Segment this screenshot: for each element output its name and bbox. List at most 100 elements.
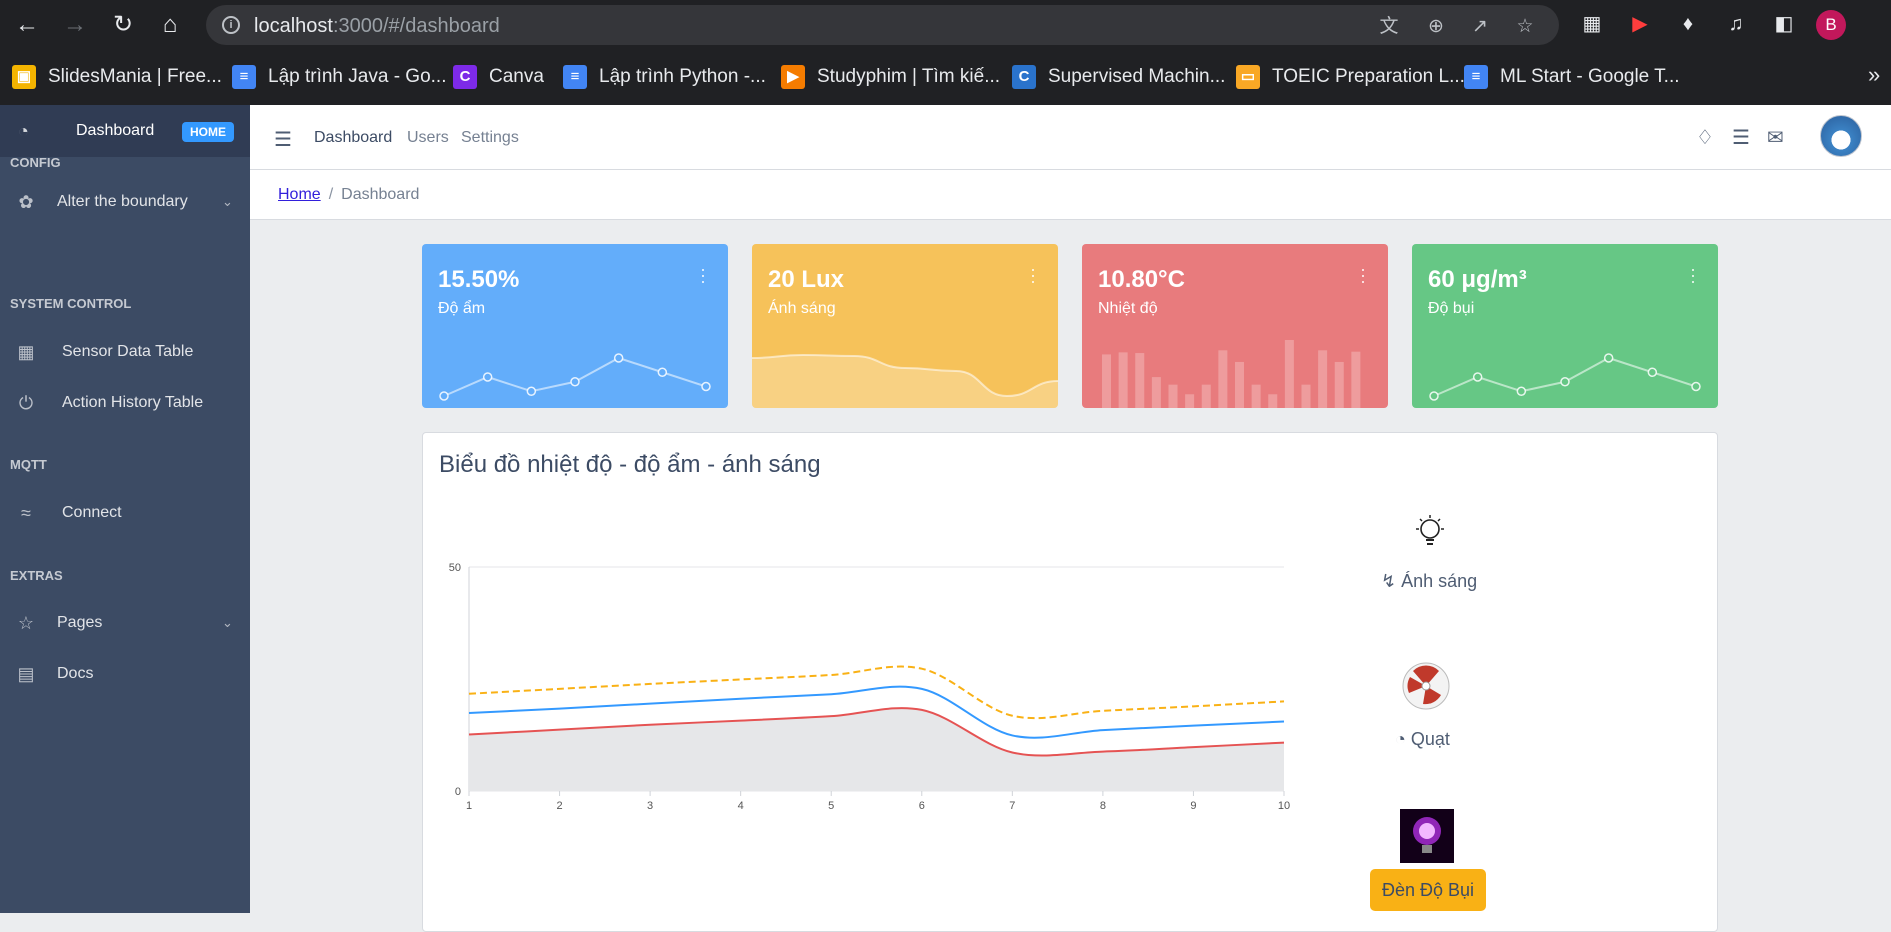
- card-label: Độ ẩm: [438, 300, 486, 317]
- sidebar-item-action-history-table[interactable]: ⏻ Action History Table: [0, 383, 250, 423]
- bookmark-item[interactable]: ▭ TOEIC Preparation L...: [1236, 62, 1465, 92]
- sidebar-item-alter-boundary[interactable]: ✿ Alter the boundary ⌄: [0, 182, 250, 222]
- fan-icon[interactable]: [1401, 661, 1451, 711]
- bookmark-item[interactable]: ≡ Lập trình Java - Go...: [232, 62, 446, 92]
- sidebar-item-dashboard[interactable]: ◔ Dashboard HOME: [0, 105, 250, 157]
- slidesmania-icon: ▣: [12, 65, 36, 89]
- bookmark-item[interactable]: C Canva: [453, 62, 544, 92]
- sidebar-item-docs[interactable]: ▤ Docs: [0, 654, 250, 694]
- card-label: Nhiệt độ: [1098, 300, 1158, 317]
- sparkline-point: [1691, 381, 1701, 392]
- media-control-icon[interactable]: ♫: [1722, 10, 1750, 38]
- x-tick-label: 4: [738, 800, 744, 812]
- share-icon[interactable]: ↗: [1468, 15, 1492, 39]
- profile-avatar[interactable]: B: [1816, 10, 1846, 40]
- sparkline-bar: [1218, 350, 1228, 408]
- translate-icon[interactable]: 文: [1377, 15, 1401, 39]
- url-text[interactable]: localhost:3000/#/dashboard: [254, 15, 500, 38]
- sparkline-bar: [1135, 353, 1145, 408]
- sidebar-item-label: Docs: [57, 665, 94, 682]
- dust-sparkline: [1429, 353, 1701, 401]
- nav-dashboard[interactable]: Dashboard: [314, 129, 392, 147]
- sparkline-point: [1429, 391, 1439, 401]
- y-tick-label: 0: [455, 786, 461, 798]
- lightbulb-icon[interactable]: [1410, 513, 1450, 553]
- home-icon[interactable]: ⌂: [155, 10, 185, 40]
- canva-icon: C: [453, 65, 477, 89]
- y-tick-label: 50: [449, 562, 461, 574]
- sidebar-item-pages[interactable]: ☆ Pages ⌄: [0, 603, 250, 643]
- zoom-icon[interactable]: ⊕: [1424, 15, 1448, 39]
- docs-icon: ≡: [1464, 65, 1488, 89]
- section-title-system-control: SYSTEM CONTROL: [10, 296, 132, 311]
- puzzle-icon: ✿: [18, 191, 34, 212]
- site-info-icon[interactable]: i: [222, 16, 240, 34]
- forward-icon[interactable]: →: [60, 10, 90, 40]
- nav-settings[interactable]: Settings: [461, 129, 519, 147]
- bookmark-star-icon[interactable]: ☆: [1513, 15, 1537, 39]
- light-device-label: ↯ Ánh sáng: [1381, 571, 1478, 591]
- qr-extension-icon[interactable]: ▦: [1578, 10, 1606, 38]
- sparkline-area: [752, 355, 1058, 408]
- bookmark-label: Lập trình Python -...: [599, 66, 766, 87]
- bookmark-item[interactable]: ▶ Studyphim | Tìm kiế...: [781, 62, 1000, 92]
- sidebar-item-label: Pages: [57, 614, 103, 631]
- more-bookmarks-icon[interactable]: »: [1868, 62, 1880, 88]
- dust-light-button[interactable]: Đèn Độ Bụi: [1370, 869, 1486, 911]
- user-avatar[interactable]: [1820, 115, 1862, 157]
- envelope-icon[interactable]: ✉: [1767, 125, 1784, 150]
- bookmark-label: SlidesMania | Free...: [48, 66, 222, 87]
- breadcrumb-home-link[interactable]: Home: [278, 186, 321, 203]
- breadcrumb-separator: /: [328, 186, 334, 203]
- bookmarks-bar: ▣ SlidesMania | Free... ≡ Lập trình Java - …: [0, 58, 1891, 98]
- card-menu-icon[interactable]: · · ·: [1030, 260, 1036, 290]
- sidebar: ◔ Dashboard HOME CONFIG ✿ Alter the boun…: [0, 105, 250, 913]
- wifi-icon: ≈: [21, 502, 31, 523]
- card-menu-icon[interactable]: · · ·: [700, 260, 706, 290]
- sparkline-bar: [1318, 350, 1328, 408]
- hamburger-menu-icon[interactable]: ☰: [274, 127, 292, 152]
- sparkline-point: [1472, 372, 1483, 382]
- card-label: Độ bụi: [1428, 300, 1475, 317]
- sparkline-point: [657, 367, 668, 377]
- sidebar-item-label: Alter the boundary: [57, 193, 188, 210]
- document-icon: ▤: [17, 663, 35, 684]
- bookmark-label: Canva: [489, 66, 544, 87]
- bell-icon[interactable]: ♢: [1696, 125, 1714, 150]
- task-list-icon[interactable]: ☰: [1732, 125, 1750, 150]
- video-extension-icon[interactable]: ▶: [1626, 10, 1654, 38]
- sidebar-item-label: Dashboard: [76, 122, 155, 139]
- purple-bulb-icon[interactable]: [1400, 809, 1454, 863]
- section-title-config: CONFIG: [10, 155, 61, 170]
- bookmark-label: TOEIC Preparation L...: [1272, 66, 1465, 87]
- power-icon: ⏻: [18, 392, 34, 413]
- sidebar-item-sensor-data-table[interactable]: ▦ Sensor Data Table: [0, 332, 250, 372]
- back-icon[interactable]: ←: [12, 10, 42, 40]
- humidity-sparkline: [439, 353, 711, 401]
- reload-icon[interactable]: ↻: [108, 10, 138, 40]
- bookmark-item[interactable]: ▣ SlidesMania | Free...: [12, 62, 222, 92]
- browser-chrome: ← → ↻ ⌂ i localhost:3000/#/dashboard 文 ⊕…: [0, 0, 1891, 105]
- chevron-down-icon: ⌄: [222, 194, 233, 209]
- sparkline-point: [613, 353, 624, 363]
- sidebar-item-connect[interactable]: ≈ Connect: [0, 493, 250, 533]
- bookmark-item[interactable]: C Supervised Machin...: [1012, 62, 1225, 92]
- bookmark-item[interactable]: ≡ ML Start - Google T...: [1464, 62, 1680, 92]
- main-chart-card: Biểu đồ nhiệt độ - độ ẩm - ánh sáng 0 50 1…: [422, 432, 1718, 932]
- card-menu-icon[interactable]: · · ·: [1690, 260, 1696, 290]
- card-value: 10.80°C: [1098, 266, 1185, 293]
- sparkline-point: [1647, 367, 1658, 377]
- address-bar[interactable]: i localhost:3000/#/dashboard 文 ⊕ ↗ ☆: [206, 5, 1559, 45]
- nav-users[interactable]: Users: [407, 129, 449, 147]
- chart-title: Biểu đồ nhiệt độ - độ ẩm - ánh sáng: [439, 451, 821, 478]
- docs-icon: ≡: [232, 65, 256, 89]
- studyphim-icon: ▶: [781, 65, 805, 89]
- temperature-card: 10.80°C Nhiệt độ · · ·: [1082, 244, 1388, 408]
- sparkline-bar: [1268, 394, 1278, 408]
- side-panel-icon[interactable]: ◧: [1770, 10, 1798, 38]
- sparkline-bar: [1102, 354, 1111, 408]
- card-menu-icon[interactable]: · · ·: [1360, 260, 1366, 290]
- bookmark-item[interactable]: ≡ Lập trình Python -...: [563, 62, 766, 92]
- x-tick-label: 1: [466, 800, 472, 812]
- extensions-puzzle-icon[interactable]: ♦: [1674, 10, 1702, 38]
